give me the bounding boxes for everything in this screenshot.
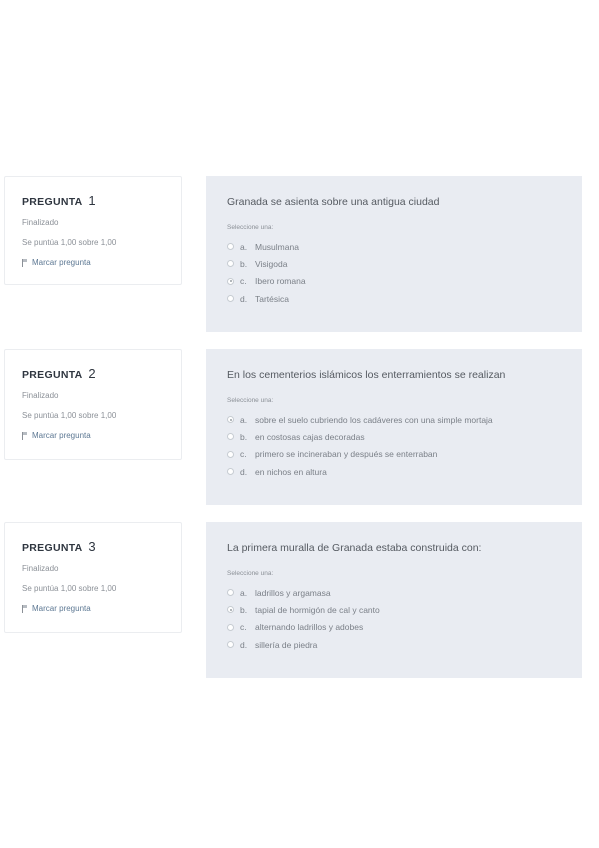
select-one-prompt: Seleccione una: <box>227 570 274 577</box>
select-one-prompt: Seleccione una: <box>227 224 274 231</box>
answer-text: Ibero romana <box>255 276 306 287</box>
radio-button[interactable] <box>227 589 234 597</box>
question-text: Granada se asienta sobre una antigua ciu… <box>227 196 440 208</box>
question-title: PREGUNTA 3 <box>22 539 181 555</box>
answer-option[interactable]: a. Musulmana <box>227 238 582 255</box>
question-label: PREGUNTA <box>22 542 83 554</box>
answer-list: a. Musulmana b. Visigoda c. Ibero romana… <box>227 238 582 307</box>
radio-button[interactable] <box>227 623 234 631</box>
answer-option[interactable]: b. en costosas cajas decoradas <box>227 428 582 445</box>
flag-question-label: Marcar pregunta <box>32 431 91 440</box>
question-text: En los cementerios islámicos los enterra… <box>227 369 506 381</box>
answer-list: a. ladrillos y argamasa b. tapial de hor… <box>227 584 582 653</box>
answer-text: Musulmana <box>255 241 299 252</box>
radio-button-checked[interactable] <box>227 416 234 424</box>
question-content-card: En los cementerios islámicos los enterra… <box>206 349 582 505</box>
answer-letter: c. <box>240 276 247 287</box>
question-info-card: PREGUNTA 3 Finalizado Se puntúa 1,00 sob… <box>4 522 182 633</box>
answer-letter: b. <box>240 431 248 442</box>
radio-button[interactable] <box>227 450 234 458</box>
question-content-card: La primera muralla de Granada estaba con… <box>206 522 582 678</box>
question-state: Finalizado <box>22 391 59 400</box>
answer-letter: b. <box>240 604 248 615</box>
answer-letter: a. <box>240 587 248 598</box>
question-grade: Se puntúa 1,00 sobre 1,00 <box>22 411 117 420</box>
flag-question-label: Marcar pregunta <box>32 258 91 267</box>
question-grade: Se puntúa 1,00 sobre 1,00 <box>22 238 117 247</box>
answer-option[interactable]: c. primero se incineraban y después se e… <box>227 446 582 463</box>
question-label: PREGUNTA <box>22 369 83 381</box>
answer-letter: a. <box>240 414 248 425</box>
answer-letter: b. <box>240 258 248 269</box>
answer-text: Tartésica <box>255 293 290 304</box>
question-info-card: PREGUNTA 1 Finalizado Se puntúa 1,00 sob… <box>4 176 182 285</box>
answer-option[interactable]: c. alternando ladrillos y adobes <box>227 619 582 636</box>
radio-button[interactable] <box>227 468 234 476</box>
answer-text: ladrillos y argamasa <box>255 587 331 598</box>
question-state: Finalizado <box>22 218 59 227</box>
radio-button[interactable] <box>227 243 234 251</box>
answer-letter: a. <box>240 241 248 252</box>
question-state: Finalizado <box>22 564 59 573</box>
flag-question-link[interactable]: Marcar pregunta <box>22 604 181 613</box>
question-text: La primera muralla de Granada estaba con… <box>227 542 482 554</box>
answer-option-selected[interactable]: b. tapial de hormigón de cal y canto <box>227 601 582 618</box>
radio-button-checked[interactable] <box>227 277 234 285</box>
answer-text: sillería de piedra <box>255 639 318 650</box>
question-grade: Se puntúa 1,00 sobre 1,00 <box>22 584 117 593</box>
radio-button[interactable] <box>227 260 234 268</box>
answer-option[interactable]: a. ladrillos y argamasa <box>227 584 582 601</box>
answer-option-selected[interactable]: a. sobre el suelo cubriendo los cadávere… <box>227 411 582 428</box>
radio-button[interactable] <box>227 641 234 649</box>
question-number: 1 <box>88 193 96 208</box>
flag-icon <box>22 259 28 267</box>
flag-question-label: Marcar pregunta <box>32 604 91 613</box>
answer-letter: c. <box>240 449 247 460</box>
answer-text: en nichos en altura <box>255 466 327 477</box>
answer-option[interactable]: b. Visigoda <box>227 255 582 272</box>
question-content-card: Granada se asienta sobre una antigua ciu… <box>206 176 582 332</box>
answer-list: a. sobre el suelo cubriendo los cadávere… <box>227 411 582 480</box>
answer-text: tapial de hormigón de cal y canto <box>255 604 380 615</box>
radio-button-checked[interactable] <box>227 606 234 614</box>
answer-text: Visigoda <box>255 258 288 269</box>
answer-text: alternando ladrillos y adobes <box>255 622 364 633</box>
answer-option[interactable]: d. en nichos en altura <box>227 463 582 480</box>
answer-option-selected[interactable]: c. Ibero romana <box>227 273 582 290</box>
answer-letter: d. <box>240 293 248 304</box>
radio-button[interactable] <box>227 295 234 303</box>
question-number: 3 <box>88 539 96 554</box>
answer-option[interactable]: d. sillería de piedra <box>227 636 582 653</box>
answer-text: primero se incineraban y después se ente… <box>255 449 438 460</box>
answer-text: sobre el suelo cubriendo los cadáveres c… <box>255 414 493 425</box>
radio-button[interactable] <box>227 433 234 441</box>
flag-question-link[interactable]: Marcar pregunta <box>22 431 181 440</box>
answer-letter: d. <box>240 466 248 477</box>
select-one-prompt: Seleccione una: <box>227 397 274 404</box>
question-number: 2 <box>88 366 96 381</box>
answer-option[interactable]: d. Tartésica <box>227 290 582 307</box>
flag-question-link[interactable]: Marcar pregunta <box>22 258 181 267</box>
answer-text: en costosas cajas decoradas <box>255 431 365 442</box>
question-label: PREGUNTA <box>22 196 83 208</box>
question-info-card: PREGUNTA 2 Finalizado Se puntúa 1,00 sob… <box>4 349 182 460</box>
flag-icon <box>22 605 28 613</box>
question-title: PREGUNTA 2 <box>22 366 181 382</box>
answer-letter: d. <box>240 639 248 650</box>
answer-letter: c. <box>240 622 247 633</box>
flag-icon <box>22 432 28 440</box>
quiz-review-page: PREGUNTA 1 Finalizado Se puntúa 1,00 sob… <box>0 0 599 848</box>
question-title: PREGUNTA 1 <box>22 193 181 209</box>
